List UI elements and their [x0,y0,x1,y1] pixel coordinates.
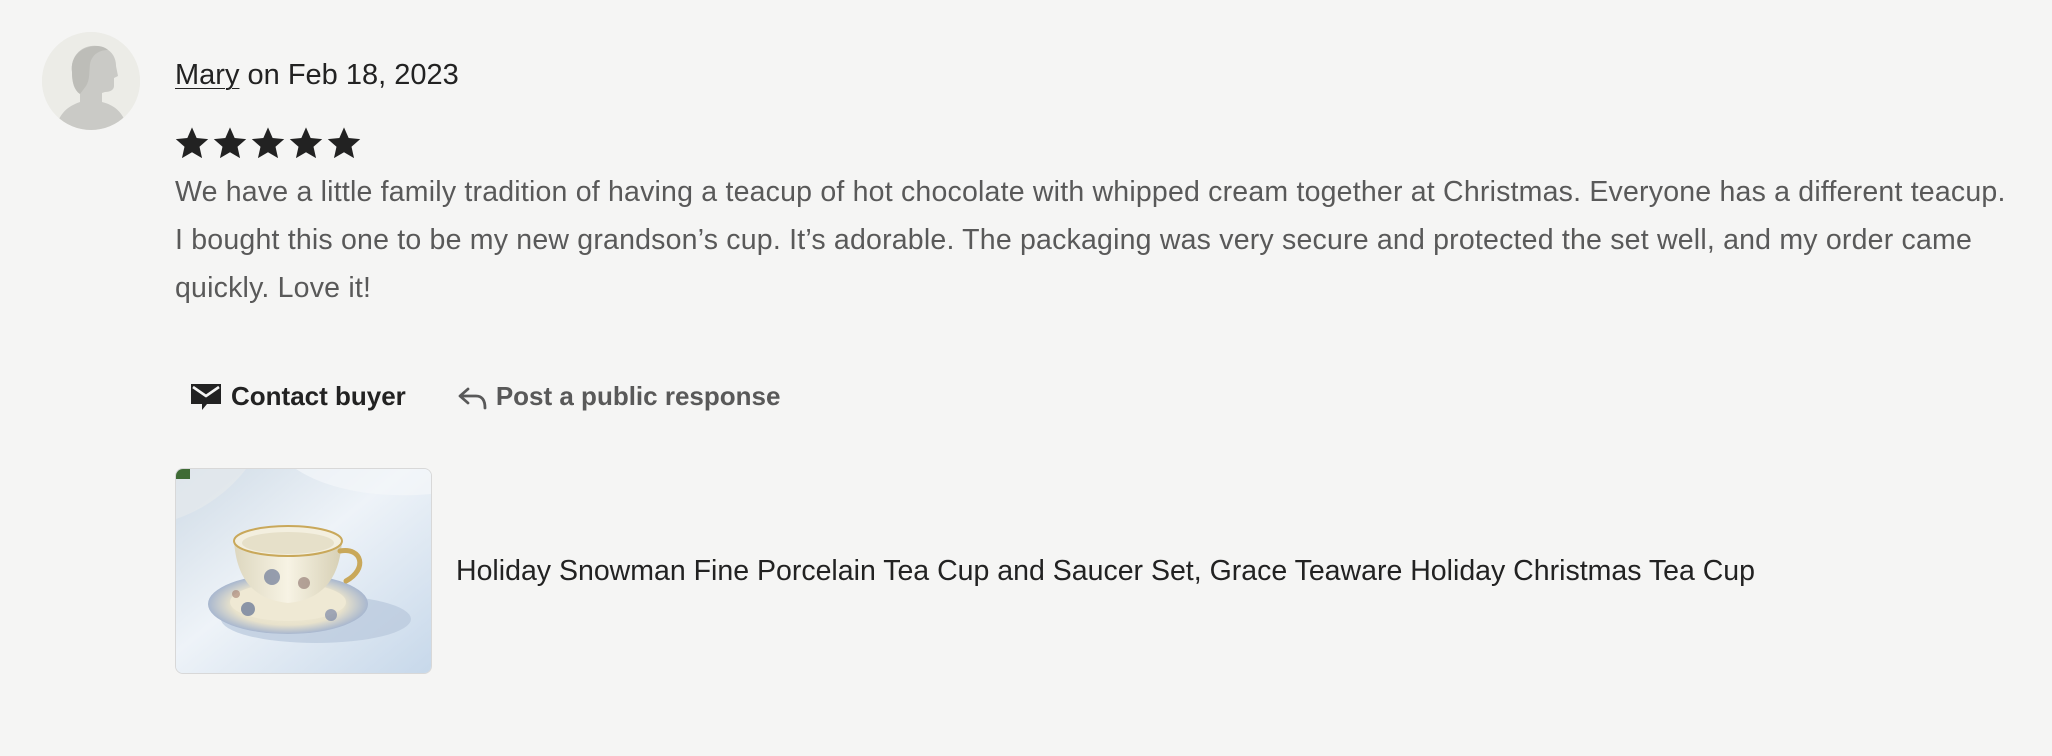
contact-buyer-button[interactable]: Contact buyer [175,380,406,412]
envelope-icon [189,380,223,412]
review-card: Mary on Feb 18, 2023 We have a little fa… [0,0,2052,756]
review-date: on Feb 18, 2023 [239,59,459,91]
star-icon [251,127,285,159]
post-public-response-label: Post a public response [495,380,781,411]
star-icon [289,127,323,159]
reply-arrow-icon [456,381,488,411]
post-public-response-button[interactable]: Post a public response [456,380,781,412]
reviewer-name-link[interactable]: Mary [175,59,239,91]
review-body: We have a little family tradition of hav… [175,176,2006,304]
review-byline: Mary on Feb 18, 2023 [175,55,459,95]
reviewer-avatar[interactable] [42,32,140,130]
product-thumbnail[interactable] [175,468,432,674]
star-icon [327,127,361,159]
review-actions: Contact buyer Post a public response [175,372,780,420]
contact-buyer-label: Contact buyer [231,380,406,411]
star-rating [174,123,362,167]
reviewed-product: Holiday Snowman Fine Porcelain Tea Cup a… [175,468,1786,674]
default-avatar-icon [42,32,140,130]
star-icon [175,127,209,159]
star-icon [213,127,247,159]
product-title-link[interactable]: Holiday Snowman Fine Porcelain Tea Cup a… [456,551,1786,591]
